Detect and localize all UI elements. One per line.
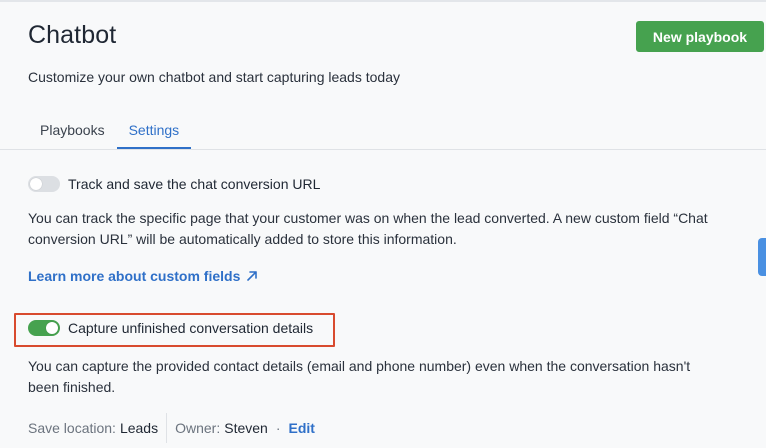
toggle-knob	[46, 322, 58, 334]
save-location-value: Leads	[119, 420, 159, 436]
tab-playbooks[interactable]: Playbooks	[28, 113, 117, 147]
owner-label: Owner:	[175, 420, 221, 436]
track-url-label: Track and save the chat conversion URL	[68, 176, 321, 192]
chatbot-settings-page: Chatbot New playbook Customize your own …	[0, 0, 766, 448]
tab-bar: Playbooks Settings	[28, 113, 192, 149]
arrow-up-right-icon	[247, 271, 258, 281]
top-border	[0, 0, 766, 2]
tab-divider	[0, 149, 766, 150]
track-url-toggle[interactable]	[28, 176, 60, 192]
meta-divider	[166, 413, 168, 443]
capture-unfinished-description: You can capture the provided contact det…	[28, 358, 691, 395]
new-playbook-button[interactable]: New playbook	[636, 21, 764, 52]
side-panel-tab[interactable]	[758, 238, 766, 276]
meta-dot-separator: ·	[275, 420, 281, 436]
save-location-label: Save location:	[28, 420, 116, 436]
capture-unfinished-label: Capture unfinished conversation details	[68, 320, 314, 336]
learn-more-link-label: Learn more about custom fields	[28, 268, 241, 284]
tab-settings[interactable]: Settings	[116, 113, 192, 149]
capture-unfinished-toggle[interactable]	[28, 320, 60, 336]
edit-link[interactable]: Edit	[289, 420, 315, 436]
track-url-description: You can track the specific page that you…	[28, 210, 708, 247]
page-title: Chatbot	[28, 21, 117, 49]
page-subtitle: Customize your own chatbot and start cap…	[28, 69, 400, 85]
learn-more-custom-fields-link[interactable]: Learn more about custom fields	[28, 268, 258, 284]
capture-meta-row: Save location: Leads Owner: Steven · Edi…	[28, 413, 315, 443]
toggle-knob	[30, 178, 42, 190]
owner-value: Steven	[224, 420, 268, 436]
